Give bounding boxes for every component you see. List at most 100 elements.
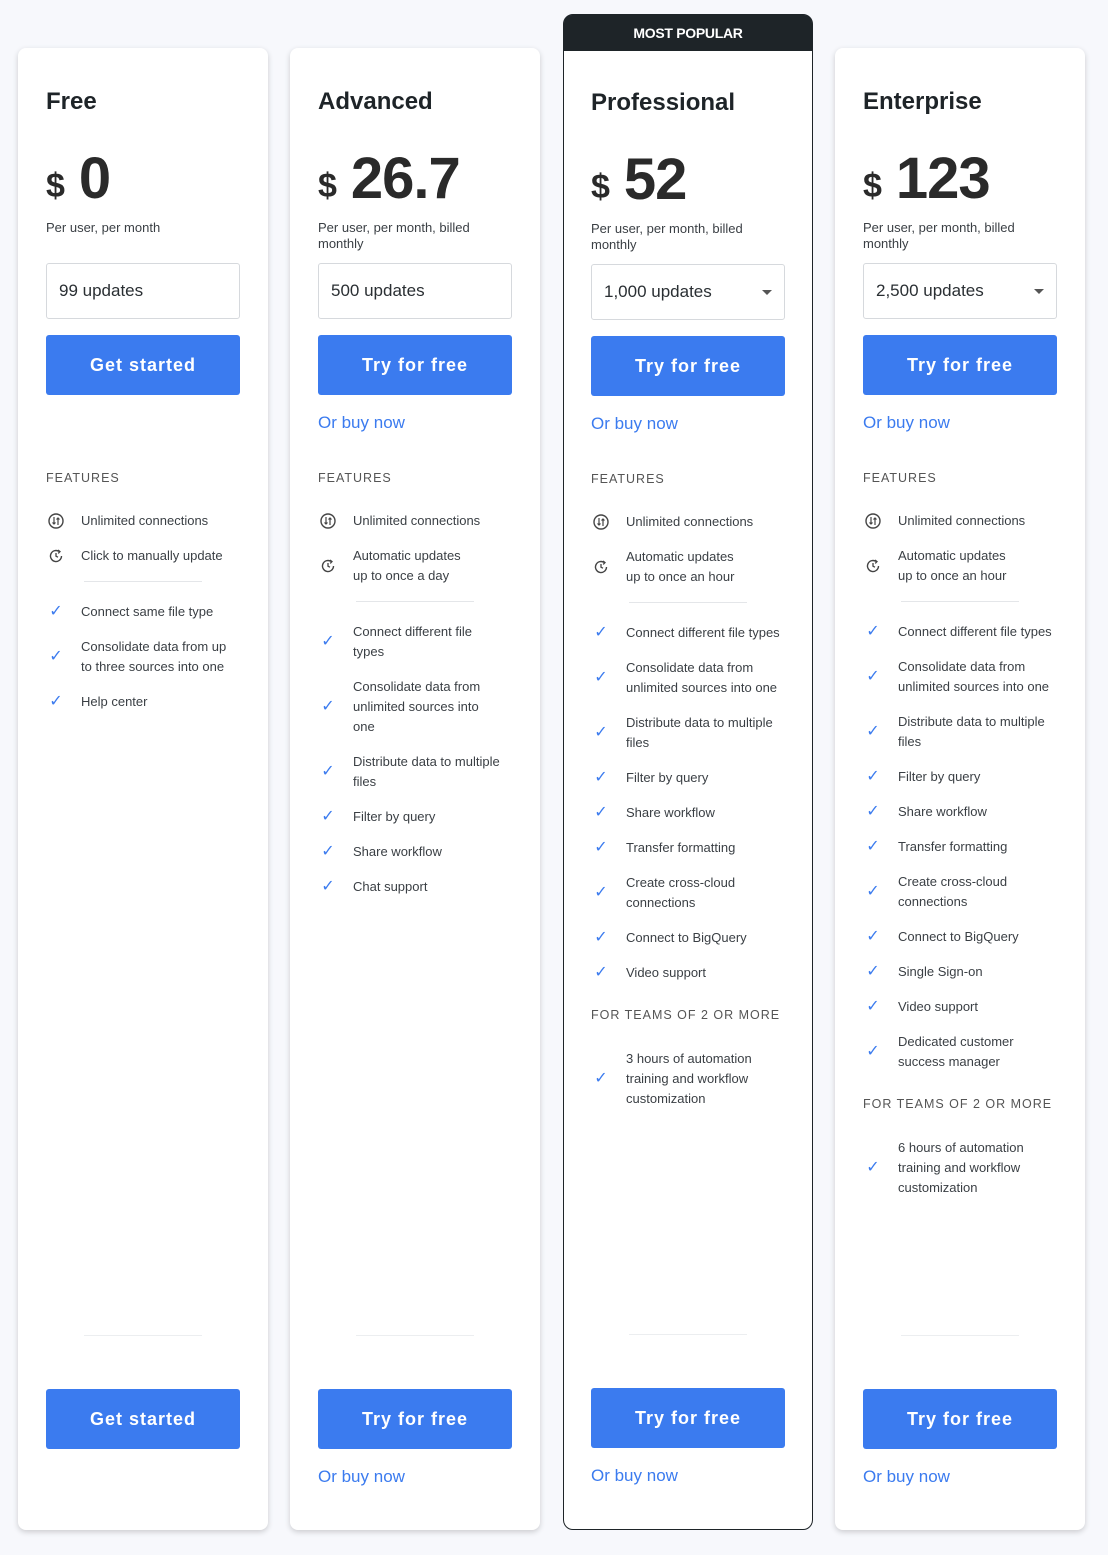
feature-text: Share workflow (898, 804, 987, 819)
feature-text: Filter by query (626, 770, 709, 785)
buy-now-link[interactable]: Or buy now (591, 414, 785, 434)
feature-item: ✓ Distribute data to multiple files (863, 712, 1057, 752)
feature-item: ✓ Consolidate data from unlimited sources… (863, 657, 1057, 697)
core-feature: Unlimited connections (318, 511, 512, 531)
check-icon: ✓ (321, 633, 335, 650)
refresh-clock-icon (863, 558, 883, 574)
bottom-buy-now-link[interactable]: Or buy now (863, 1467, 1057, 1487)
refresh-clock-icon (46, 548, 66, 564)
feature-item: ✓ Single Sign-on (863, 962, 1057, 982)
bottom-cta-button[interactable]: Try for free (863, 1389, 1057, 1449)
check-icon: ✓ (49, 603, 63, 620)
check-icon: ✓ (594, 1070, 608, 1087)
check-icon: ✓ (49, 648, 63, 665)
check-icon: ✓ (594, 964, 608, 981)
features-heading: FEATURES (46, 471, 120, 485)
core-feature: Unlimited connections (591, 512, 785, 532)
feature-text: Filter by query (898, 769, 981, 784)
updates-select[interactable]: 1,000 updates (591, 264, 785, 320)
feature-text: Click to manually update (81, 548, 223, 563)
feature-item: ✓ Distribute data to multiple files (318, 752, 512, 792)
plan-card-enterprise: Enterprise $123 Per user, per month, bil… (835, 48, 1085, 1530)
feature-text: Help center (81, 694, 148, 709)
plan-card-advanced: Advanced $26.7 Per user, per month, bill… (290, 48, 540, 1530)
exchange-icon (318, 513, 338, 529)
feature-text: Dedicated customer success manager (898, 1034, 1014, 1069)
updates-select[interactable]: 2,500 updates (863, 263, 1057, 319)
feature-item: ✓ Consolidate data from unlimited sources… (591, 658, 785, 698)
bottom-cta-button[interactable]: Try for free (318, 1389, 512, 1449)
feature-text: Unlimited connections (353, 513, 481, 528)
check-icon: ✓ (594, 769, 608, 786)
feature-item: ✓ Filter by query (318, 807, 512, 827)
cta-button[interactable]: Try for free (318, 335, 512, 395)
feature-item: ✓ Connect different file types (318, 622, 512, 662)
check-icon: ✓ (594, 884, 608, 901)
buy-now-link[interactable]: Or buy now (863, 413, 1057, 433)
currency-symbol: $ (46, 167, 65, 205)
divider (356, 1335, 474, 1336)
chevron-down-icon (1034, 288, 1044, 294)
exchange-icon (863, 513, 883, 529)
billing-period: Per user, per month, billed monthly (591, 221, 743, 252)
cta-button[interactable]: Get started (46, 335, 240, 395)
cta-button[interactable]: Try for free (863, 335, 1057, 395)
check-icon: ✓ (321, 878, 335, 895)
features-heading: FEATURES (863, 471, 937, 485)
check-icon: ✓ (866, 803, 880, 820)
feature-item: ✓ Dedicated customer success manager (863, 1032, 1057, 1072)
check-icon: ✓ (594, 804, 608, 821)
price-amount: 52 (623, 147, 688, 212)
feature-item: ✓ Connect different file types (863, 622, 1057, 642)
feature-text: Chat support (353, 879, 428, 894)
feature-text: Video support (626, 965, 706, 980)
feature-text: Share workflow (626, 805, 715, 820)
cta-button[interactable]: Try for free (591, 336, 785, 396)
exchange-icon (46, 513, 66, 529)
feature-item: ✓ Connect to BigQuery (863, 927, 1057, 947)
updates-value: 500 updates (331, 281, 425, 300)
feature-item: ✓ Filter by query (591, 768, 785, 788)
feature-text: Unlimited connections (81, 513, 209, 528)
check-icon: ✓ (321, 698, 335, 715)
feature-item: ✓ Transfer formatting (591, 838, 785, 858)
feature-item: ✓ Filter by query (863, 767, 1057, 787)
bottom-cta-button[interactable]: Try for free (591, 1388, 785, 1448)
feature-text: Consolidate data from unlimited sources … (898, 659, 1050, 694)
bottom-buy-now-link[interactable]: Or buy now (591, 1466, 785, 1486)
feature-text: Distribute data to multiple files (626, 715, 773, 750)
feature-text: Create cross-cloud connections (626, 875, 736, 910)
chevron-down-icon (762, 289, 772, 295)
feature-text: Transfer formatting (626, 840, 736, 855)
feature-text: Automatic updates up to once an hour (898, 548, 1007, 583)
check-icon: ✓ (866, 1159, 880, 1176)
check-icon: ✓ (866, 883, 880, 900)
updates-select[interactable]: 99 updates (46, 263, 240, 319)
feature-list: Unlimited connections Automatic updates u… (591, 512, 785, 1124)
check-icon: ✓ (594, 839, 608, 856)
billing-period: Per user, per month, billed monthly (863, 220, 1015, 251)
check-icon: ✓ (594, 669, 608, 686)
check-icon: ✓ (866, 963, 880, 980)
buy-now-link[interactable]: Or buy now (318, 413, 512, 433)
core-feature: Click to manually update (46, 546, 240, 566)
feature-text: Distribute data to multiple files (898, 714, 1045, 749)
check-icon: ✓ (49, 693, 63, 710)
feature-text: Single Sign-on (898, 964, 983, 979)
updates-value: 99 updates (59, 281, 144, 300)
features-heading: FEATURES (591, 472, 665, 486)
feature-list: Unlimited connections Click to manually u… (46, 511, 240, 727)
feature-list: Unlimited connections Automatic updates u… (318, 511, 512, 912)
plan-price: $26.7 (318, 142, 512, 208)
most-popular-badge: MOST POPULAR (564, 15, 812, 51)
check-icon: ✓ (866, 723, 880, 740)
updates-select[interactable]: 500 updates (318, 263, 512, 319)
check-icon: ✓ (866, 1043, 880, 1060)
currency-symbol: $ (318, 167, 337, 205)
feature-item: ✓ Consolidate data from up to three sourc… (46, 637, 240, 677)
bottom-cta-button[interactable]: Get started (46, 1389, 240, 1449)
bottom-buy-now-link[interactable]: Or buy now (318, 1467, 512, 1487)
divider (84, 581, 202, 582)
feature-item: ✓ Distribute data to multiple files (591, 713, 785, 753)
refresh-clock-icon (318, 558, 338, 574)
